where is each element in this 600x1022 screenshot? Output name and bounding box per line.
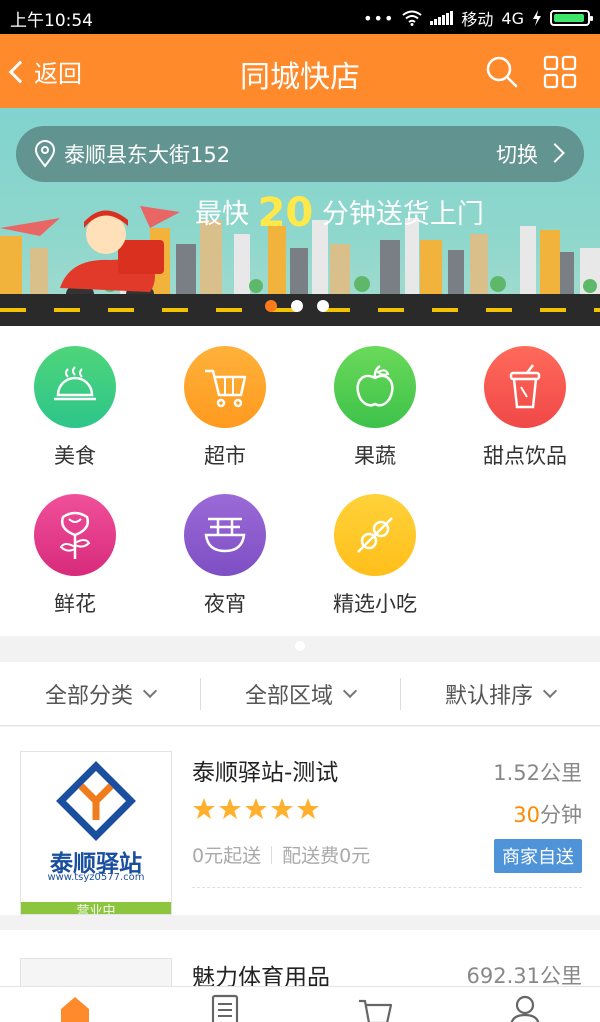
slogan-prefix: 最快 (195, 199, 249, 230)
slogan-suffix: 分钟送货上门 (321, 199, 484, 230)
rose-icon (34, 494, 116, 576)
search-icon[interactable] (484, 54, 520, 90)
category-label: 果蔬 (354, 444, 396, 468)
signal-icon (430, 11, 454, 25)
banner-dot[interactable] (265, 300, 277, 312)
category-flowers[interactable]: 鲜花 (0, 494, 150, 618)
banner-pagination (265, 300, 329, 312)
charging-icon (533, 10, 541, 26)
promo-banner[interactable]: 泰顺县东大街152 切换 最快 20 分钟送货上门 (0, 108, 600, 326)
status-time: 上午10:54 (10, 11, 93, 31)
more-dots-icon: ••• (363, 8, 395, 28)
battery-icon (550, 10, 593, 26)
category-label: 超市 (204, 444, 246, 468)
category-supermarket[interactable]: 超市 (150, 346, 300, 470)
filter-category[interactable]: 全部分类 (0, 662, 200, 725)
banner-slogan: 最快 20 分钟送货上门 (195, 190, 484, 236)
store-logo: 泰顺驿站 www.tsyz0577.com 营业中 (20, 751, 172, 915)
grid-menu-icon[interactable] (542, 54, 578, 90)
drink-cup-icon (484, 346, 566, 428)
wifi-icon (402, 10, 423, 26)
network-type: 4G (501, 8, 524, 28)
category-page-dot[interactable] (295, 641, 305, 651)
open-status-label: 营业中 (76, 904, 116, 915)
location-selector[interactable]: 泰顺县东大街152 切换 (16, 126, 584, 182)
delivery-eta: 30分钟 (513, 799, 582, 829)
divider (192, 887, 582, 888)
bottom-navigation (0, 986, 600, 1022)
status-bar: 上午10:54 ••• 移动 4G (0, 0, 600, 34)
user-icon (510, 995, 540, 1022)
star-icon (271, 798, 293, 819)
category-label: 夜宵 (204, 592, 246, 616)
chevron-down-icon (342, 683, 358, 698)
store-logo-url: www.tsyz0577.com (47, 872, 145, 883)
store-distance: 1.52公里 (493, 761, 582, 785)
nav-profile[interactable] (450, 987, 600, 1022)
food-cloche-icon (34, 346, 116, 428)
store-delivery-info: 0元起送 配送费0元 (192, 841, 370, 868)
current-address: 泰顺县东大街152 (64, 143, 231, 167)
switch-location-label: 切换 (496, 143, 538, 167)
star-icon (245, 798, 267, 819)
carrier-name: 移动 (461, 10, 494, 29)
category-label: 精选小吃 (333, 592, 417, 616)
category-snacks[interactable]: 精选小吃 (300, 494, 450, 618)
eta-unit: 分钟 (540, 803, 582, 827)
slogan-minutes: 20 (257, 190, 314, 236)
shopping-cart-icon (184, 346, 266, 428)
category-late-night[interactable]: 夜宵 (150, 494, 300, 618)
star-icon (193, 798, 215, 819)
chevron-down-icon (542, 683, 558, 698)
self-delivery-badge: 商家自送 (494, 839, 582, 873)
min-order: 0元起送 (192, 845, 262, 867)
location-pin-icon (34, 140, 56, 168)
status-indicators: ••• 移动 4G (363, 6, 593, 30)
store-card[interactable]: 魅力体育用品 692.31公里 (0, 930, 600, 990)
order-list-icon (211, 994, 239, 1022)
delivery-fee: 配送费0元 (282, 845, 371, 867)
nav-orders[interactable] (150, 987, 300, 1022)
store-logo-emblem (56, 761, 136, 841)
category-label: 美食 (54, 444, 96, 468)
open-status-badge: 营业中 (21, 902, 171, 914)
star-icon (219, 798, 241, 819)
nav-home[interactable] (0, 987, 150, 1022)
banner-dot[interactable] (291, 300, 303, 312)
filter-bar: 全部分类 全部区域 默认排序 (0, 662, 600, 726)
category-grid: 美食 超市 果蔬 甜点饮品 鲜花 夜宵 精选小吃 (0, 326, 600, 636)
category-label: 鲜花 (54, 592, 96, 616)
category-fruit-veg[interactable]: 果蔬 (300, 346, 450, 470)
noodle-bowl-icon (184, 494, 266, 576)
cart-icon (359, 999, 393, 1022)
store-card[interactable]: 泰顺驿站 www.tsyz0577.com 营业中 泰顺驿站-测试 1.52公里… (0, 727, 600, 915)
category-label: 甜点饮品 (483, 444, 567, 468)
star-icon (297, 798, 319, 819)
eta-minutes: 30 (513, 803, 540, 827)
store-name: 泰顺驿站-测试 (192, 760, 339, 786)
chevron-down-icon (142, 683, 158, 698)
category-dessert-drinks[interactable]: 甜点饮品 (450, 346, 600, 470)
apple-icon (334, 346, 416, 428)
divider (271, 845, 273, 864)
category-food[interactable]: 美食 (0, 346, 150, 470)
filter-area[interactable]: 全部区域 (200, 662, 400, 725)
home-icon (61, 997, 89, 1022)
chevron-right-icon (545, 143, 565, 163)
rating-stars (192, 797, 320, 821)
filter-sort-label: 默认排序 (444, 683, 533, 709)
filter-area-label: 全部区域 (244, 683, 333, 709)
nav-cart[interactable] (300, 987, 450, 1022)
filter-category-label: 全部分类 (44, 683, 133, 709)
banner-dot[interactable] (317, 300, 329, 312)
filter-sort[interactable]: 默认排序 (400, 662, 600, 725)
app-header: 返回 同城快店 (0, 34, 600, 108)
skewer-icon (334, 494, 416, 576)
